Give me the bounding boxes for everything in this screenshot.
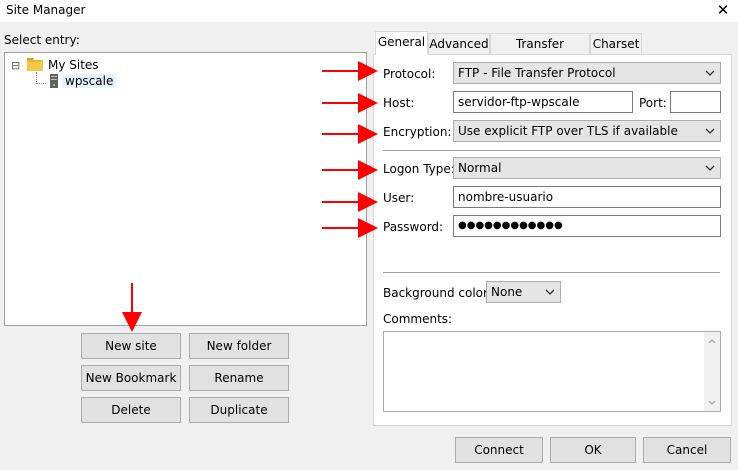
annotation-arrows: [122, 61, 378, 332]
tab-general[interactable]: General: [375, 31, 428, 55]
